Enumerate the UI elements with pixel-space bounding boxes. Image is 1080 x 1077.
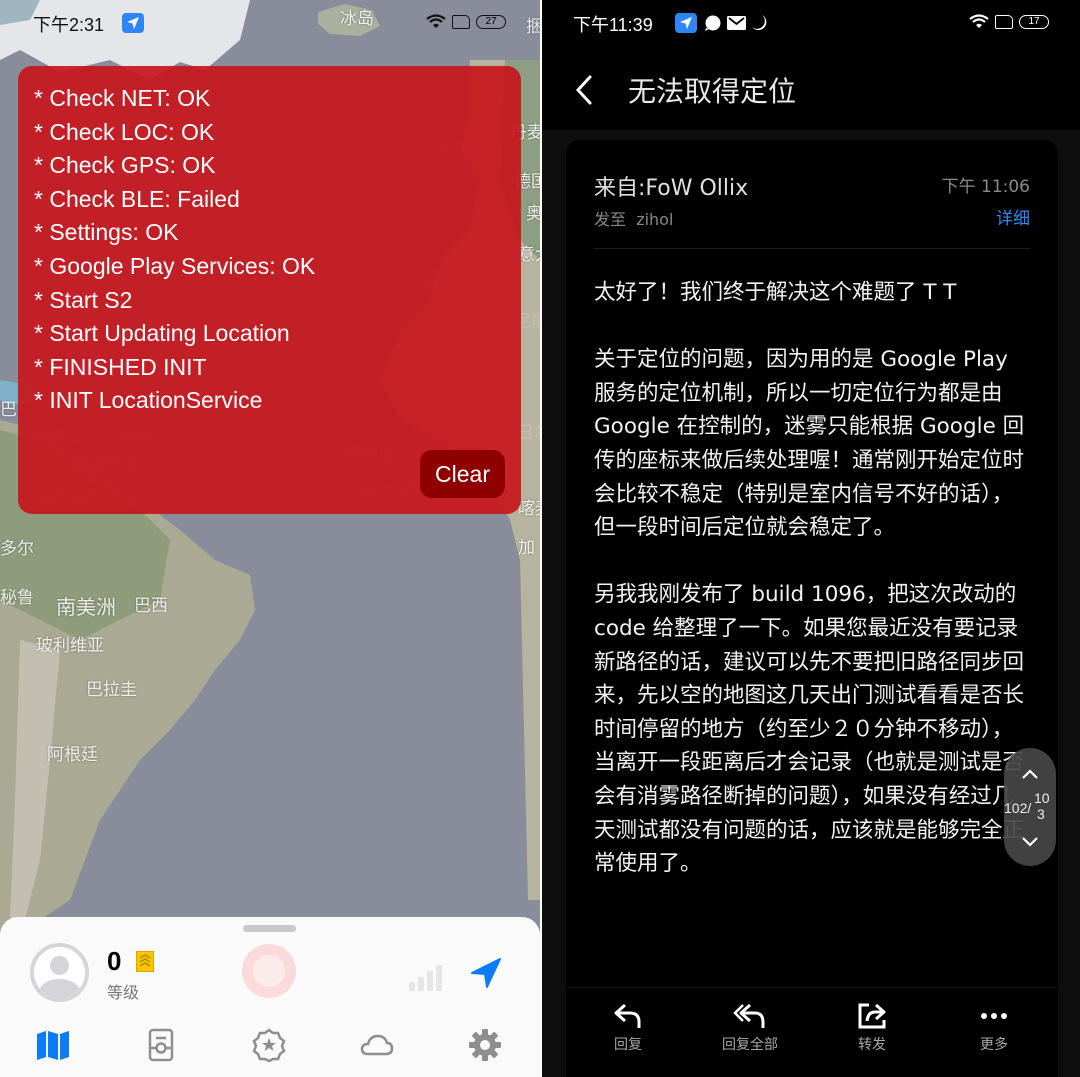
avatar[interactable]	[30, 943, 89, 1002]
wifi-icon	[969, 14, 989, 28]
reply-all-icon	[733, 1003, 765, 1028]
log-line: * Google Play Services: OK	[34, 252, 316, 279]
sim-icon	[995, 14, 1013, 29]
page-current: 102/	[1004, 800, 1032, 816]
gear-icon	[469, 1029, 501, 1061]
sim-icon	[452, 14, 470, 29]
log-line: * Start Updating Location	[34, 320, 290, 347]
email-paragraph: 关于定位的问题，因为用的是 Google Play 服务的定位机制，所以一切定位…	[594, 347, 1025, 541]
chevron-down-icon[interactable]	[1021, 836, 1039, 848]
status-time: 下午11:39	[573, 15, 653, 35]
map-label-peru-edge: 秘鲁	[0, 588, 34, 608]
email-recipient: 发至 zihol	[594, 206, 673, 230]
reply-icon	[614, 1003, 641, 1028]
badge-star-icon	[252, 1028, 286, 1062]
signal-strength-icon	[409, 965, 442, 991]
email-paragraph: 另我我刚发布了 build 1096，把这次改动的 code 给整理了一下。如果…	[594, 582, 1025, 877]
reply-button[interactable]: 回复	[583, 1002, 673, 1054]
map-label-italy: 意大	[518, 245, 540, 265]
log-line: * Start S2	[34, 286, 133, 313]
email-subject-title: 无法取得定位	[628, 75, 797, 108]
level-value: 0	[107, 946, 122, 976]
tab-cloud[interactable]	[357, 1025, 397, 1065]
recipient-prefix: 发至	[594, 210, 627, 229]
back-arrow-icon[interactable]	[572, 74, 600, 106]
tab-map[interactable]	[33, 1025, 73, 1065]
log-line: * Settings: OK	[34, 219, 179, 246]
email-paragraph: 太好了！我们终于解决这个难题了 T T	[594, 280, 957, 305]
email-body: 太好了！我们终于解决这个难题了 T T 关于定位的问题，因为用的是 Google…	[594, 276, 1034, 914]
sheet-drag-handle[interactable]	[243, 925, 296, 932]
log-line: * Check GPS: OK	[34, 152, 216, 179]
map-label-austria: 奥	[526, 204, 540, 224]
email-header: 无法取得定位	[542, 46, 1080, 130]
debug-log-panel: * Check NET: OK * Check LOC: OK * Check …	[18, 66, 521, 514]
log-line: * FINISHED INIT	[34, 353, 207, 380]
log-line: * Check BLE: Failed	[34, 185, 240, 212]
map-label-brazil: 巴西	[134, 596, 168, 616]
status-time: 下午2:31	[33, 15, 105, 35]
forward-icon	[858, 1003, 886, 1029]
reply-label: 回复	[614, 1037, 642, 1053]
log-line: * Check LOC: OK	[34, 118, 215, 145]
bottom-sheet: 0 等级	[0, 917, 540, 1077]
navigation-arrow-icon[interactable]	[470, 957, 502, 989]
bottom-tab-bar	[0, 1021, 540, 1071]
map-label-cameroon-edge: 喀麦	[518, 499, 540, 519]
reply-all-button[interactable]: 回复全部	[705, 1002, 795, 1054]
level-label: 等级	[107, 983, 140, 1002]
tab-journal[interactable]	[141, 1025, 181, 1065]
more-button[interactable]: 更多	[949, 1002, 1039, 1054]
header-divider	[594, 248, 1030, 249]
page-navigator[interactable]: 102/ 10 3	[1004, 748, 1056, 866]
map-label-argentina: 阿根廷	[47, 745, 98, 765]
log-line: * INIT LocationService	[34, 387, 263, 414]
forward-label: 转发	[858, 1037, 886, 1053]
log-line: * Check NET: OK	[34, 85, 211, 111]
chat-bubble-icon	[705, 15, 721, 31]
tab-achievements[interactable]	[249, 1025, 289, 1065]
reply-all-label: 回复全部	[722, 1037, 778, 1053]
moon-icon	[752, 15, 767, 31]
email-time: 下午 11:06	[941, 177, 1030, 197]
rank-chevrons-icon	[136, 951, 154, 972]
more-label: 更多	[980, 1037, 1008, 1053]
page-total-part1: 10	[1034, 790, 1050, 806]
chevron-up-icon[interactable]	[1021, 768, 1039, 780]
cloud-icon	[360, 1034, 394, 1056]
recipient-name: zihol	[636, 210, 674, 229]
map-label-ecuador-edge: 多尔	[0, 539, 34, 559]
location-arrow-icon	[675, 13, 697, 33]
map-label-cuba-edge: 巴	[0, 400, 17, 420]
mail-icon	[727, 16, 746, 30]
journal-icon	[148, 1028, 174, 1062]
record-button-inner	[253, 955, 285, 987]
wifi-icon	[426, 14, 446, 28]
avatar-head	[50, 956, 69, 975]
email-action-bar: 回复 回复全部 转发 更多	[566, 987, 1058, 1077]
map-label-bolivia: 玻利维亚	[36, 636, 104, 656]
avatar-body	[38, 979, 81, 998]
map-label-paraguay: 巴拉圭	[86, 680, 137, 700]
email-card: 来自:FoW Ollix 发至 zihol 下午 11:06 详细 太好了！我们…	[566, 140, 1058, 1077]
map-icon	[37, 1031, 69, 1060]
location-arrow-icon	[122, 13, 144, 33]
email-sender: 来自:FoW Ollix	[594, 176, 749, 201]
page-total-part2: 3	[1037, 806, 1045, 822]
record-button[interactable]	[242, 944, 296, 998]
details-link[interactable]: 详细	[996, 204, 1030, 229]
clear-log-button[interactable]: Clear	[420, 450, 505, 498]
forward-button[interactable]: 转发	[827, 1002, 917, 1054]
battery-icon: 17	[1019, 14, 1049, 29]
status-bar: 下午2:31 27	[0, 0, 540, 46]
status-bar: 下午11:39 17	[542, 0, 1080, 46]
battery-icon: 27	[476, 14, 506, 29]
right-phone-screen: 下午11:39 17 无法取得定位 来自:FoW Ollix 发至 zihol …	[542, 0, 1080, 1077]
map-label-south-america: 南美洲	[56, 595, 116, 619]
more-dots-icon	[981, 1013, 1007, 1019]
tab-settings[interactable]	[465, 1025, 505, 1065]
left-phone-screen: 冰岛 捆 英国 丹麦 德国 奥 法国 意大 西班牙 突尼斯 摩洛哥 阿尔及利亚 …	[0, 0, 540, 1077]
map-label-gabon-edge: 加	[518, 538, 535, 558]
